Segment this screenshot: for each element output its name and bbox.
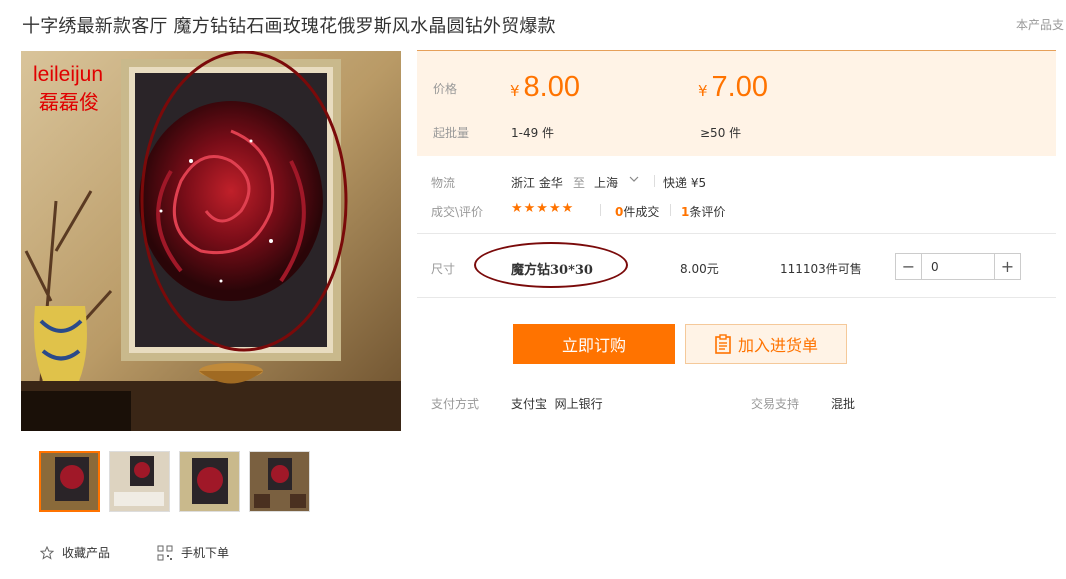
section-divider — [417, 297, 1056, 298]
price-tier-1: ¥8.00 — [510, 71, 580, 104]
thumbnail-4[interactable] — [249, 451, 310, 512]
price-box: 价格 起批量 ¥8.00 1-49 件 ¥7.00 ≥50 件 — [417, 50, 1056, 156]
clipboard-icon — [715, 334, 731, 354]
mobile-order[interactable]: 手机下单 — [157, 544, 229, 561]
size-price: 8.00元 — [680, 262, 719, 276]
reviews-count-link[interactable]: 1条评价 — [681, 203, 725, 220]
size-stock: 111103件可售 — [780, 262, 862, 276]
section-divider — [417, 233, 1056, 234]
quantity-input[interactable]: 0 — [922, 254, 994, 279]
favorite-label: 收藏产品 — [62, 546, 111, 560]
size-label: 尺寸 — [431, 262, 456, 276]
qr-code-icon — [157, 545, 173, 560]
buy-now-button[interactable]: 立即订购 — [513, 324, 675, 364]
reviews-suffix: 条评价 — [689, 205, 726, 219]
payment-methods: 支付宝 网上银行 — [511, 397, 603, 411]
deals-label: 成交\评价 — [431, 205, 484, 219]
divider — [654, 175, 655, 187]
price-label: 价格 — [433, 82, 458, 96]
batch-tier-1: 1-49 件 — [511, 126, 555, 140]
annotation-ellipse — [474, 242, 628, 288]
product-title: 十字绣最新款客厅 魔方钻钻石画玫瑰花俄罗斯风水晶圆钻外贸爆款 — [22, 16, 556, 37]
divider — [670, 204, 671, 216]
deals-suffix: 件成交 — [623, 205, 660, 219]
logistics-to-select[interactable]: 上海 — [594, 174, 618, 191]
logistics-to-word: 至 — [573, 176, 586, 190]
add-to-cart-button[interactable]: 加入进货单 — [685, 324, 847, 364]
payment-label: 支付方式 — [431, 397, 480, 411]
trade-support-value: 混批 — [831, 397, 856, 411]
price-value: 8.00 — [523, 71, 580, 103]
decrement-button[interactable]: − — [896, 254, 922, 279]
logistics-label: 物流 — [431, 176, 456, 190]
currency-symbol: ¥ — [510, 82, 520, 100]
price-tier-2: ¥7.00 — [698, 71, 768, 104]
main-product-image[interactable]: leileijun 磊磊俊 — [21, 51, 401, 431]
batch-tier-2: ≥50 件 — [700, 126, 742, 140]
thumbnail-3[interactable] — [179, 451, 240, 512]
star-outline-icon — [40, 545, 54, 560]
currency-symbol: ¥ — [698, 82, 708, 100]
support-text[interactable]: 本产品支 — [1016, 16, 1066, 33]
watermark-cn: 磊磊俊 — [39, 90, 99, 114]
deals-count-link[interactable]: 0件成交 — [615, 203, 659, 220]
quantity-stepper: − 0 + — [895, 253, 1021, 280]
rating-stars: ★★★★★ — [511, 201, 575, 216]
chevron-down-icon[interactable] — [629, 172, 639, 186]
logistics-from: 浙江 金华 — [511, 176, 563, 190]
thumbnail-strip — [39, 451, 310, 512]
thumbnail-2[interactable] — [109, 451, 170, 512]
divider — [600, 204, 601, 216]
watermark-en: leileijun — [33, 63, 103, 86]
thumbnail-1[interactable] — [39, 451, 100, 512]
express-fee: 快递 ¥5 — [663, 176, 707, 190]
add-to-cart-label: 加入进货单 — [737, 336, 818, 355]
favorite-product[interactable]: 收藏产品 — [40, 544, 110, 561]
mobile-label: 手机下单 — [181, 546, 230, 560]
increment-button[interactable]: + — [994, 254, 1020, 279]
batch-label: 起批量 — [433, 126, 470, 140]
price-value: 7.00 — [711, 71, 768, 103]
trade-support-label: 交易支持 — [751, 397, 800, 411]
diamond-painting-image: leileijun 磊磊俊 — [21, 51, 401, 431]
